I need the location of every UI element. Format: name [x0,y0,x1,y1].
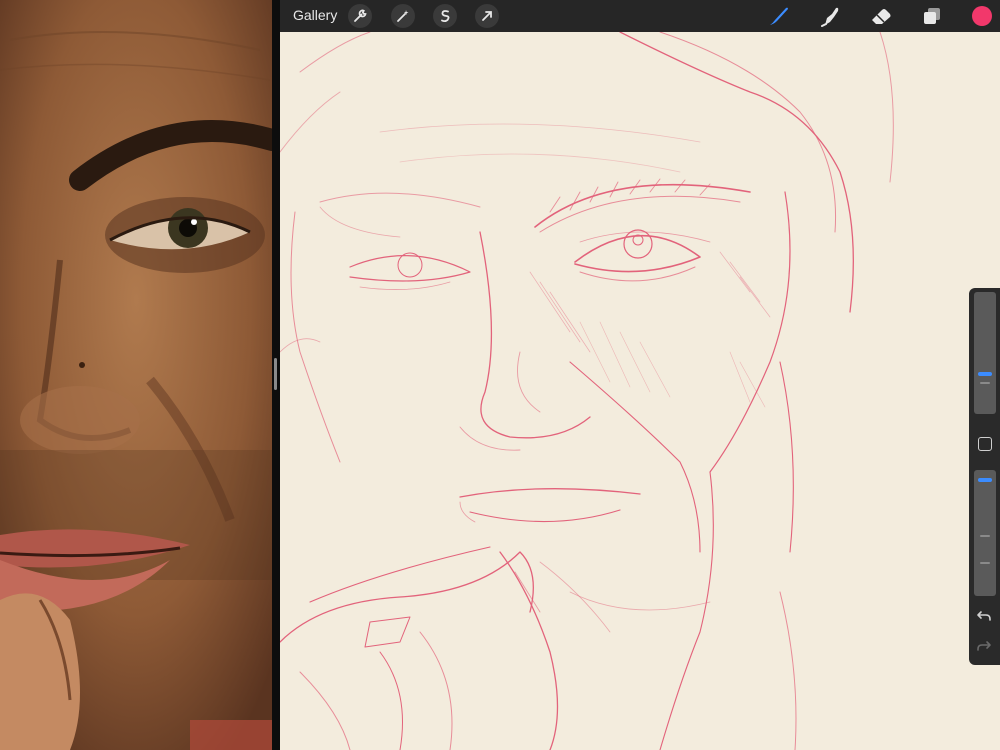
opacity-slider[interactable] [974,470,996,596]
modify-button[interactable] [978,437,992,451]
selection-icon[interactable] [433,4,457,28]
brush-icon[interactable] [766,4,792,28]
reference-photo [0,0,272,750]
slider-tick [980,562,990,564]
redo-icon[interactable] [976,638,992,654]
brush-size-slider[interactable] [974,292,996,414]
brush-size-thumb[interactable] [978,372,992,376]
color-picker-button[interactable] [972,6,992,26]
gallery-button[interactable]: Gallery [293,7,337,23]
side-bar [969,288,1000,665]
opacity-thumb[interactable] [978,478,992,482]
eraser-icon[interactable] [868,4,894,28]
sketch-strokes [280,32,894,750]
smudge-icon[interactable] [817,4,843,28]
reference-face-image [0,0,272,750]
slider-tick [980,535,990,537]
top-toolbar: Gallery [280,0,1000,32]
drawing-canvas[interactable] [280,32,1000,750]
layers-icon[interactable] [919,4,945,28]
magic-wand-icon[interactable] [391,4,415,28]
wrench-icon[interactable] [348,4,372,28]
split-view-handle[interactable] [274,358,277,390]
undo-icon[interactable] [976,608,992,624]
transform-arrow-icon[interactable] [475,4,499,28]
slider-tick [980,382,990,384]
